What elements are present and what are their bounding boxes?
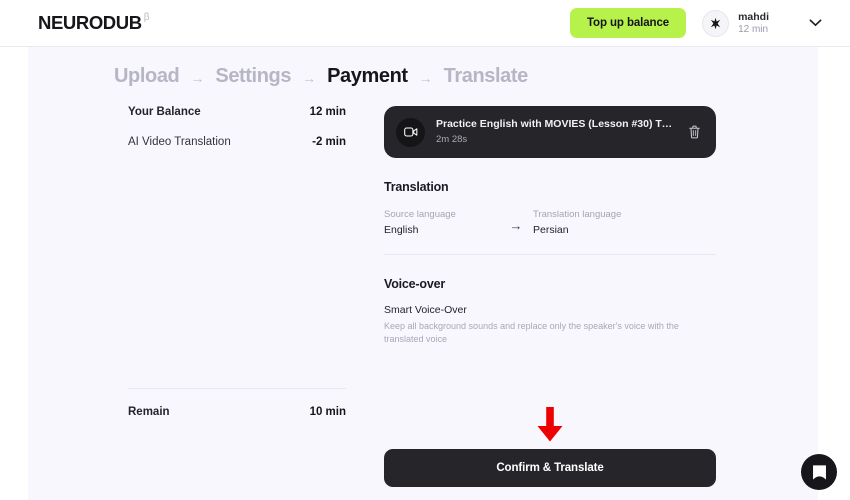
translation-cost-label: AI Video Translation [128, 136, 231, 148]
beta-badge: β [143, 12, 150, 23]
order-details: Practice English with MOVIES (Lesson #30… [384, 106, 716, 488]
breadcrumb-step-translate[interactable]: Translate [444, 65, 529, 88]
video-card[interactable]: Practice English with MOVIES (Lesson #30… [384, 106, 716, 158]
breadcrumb-step-upload[interactable]: Upload [114, 65, 180, 88]
your-balance-label: Your Balance [128, 106, 201, 118]
translation-cost-value: -2 min [312, 136, 346, 148]
user-menu[interactable]: mahdi 12 min [702, 9, 769, 37]
translation-section-title: Translation [384, 180, 449, 194]
balance-summary: Your Balance 12 min AI Video Translation… [128, 106, 346, 486]
breadcrumb-separator: → [302, 69, 317, 86]
down-arrow-icon [537, 407, 563, 442]
user-name: mahdi [738, 10, 769, 23]
content-panel: Upload → Settings → Payment → Translate … [28, 47, 818, 500]
breadcrumb-separator: → [418, 69, 433, 86]
chevron-down-icon [809, 19, 822, 27]
trash-icon [689, 125, 700, 139]
chat-widget-button[interactable] [801, 454, 837, 490]
video-title: Practice English with MOVIES (Lesson #30… [436, 118, 674, 130]
confirm-translate-button[interactable]: Confirm & Translate [384, 449, 716, 488]
source-language-caption: Source language [384, 209, 456, 220]
voiceover-option-description: Keep all background sounds and replace o… [384, 321, 679, 344]
language-pair: Source language English → Translation la… [384, 208, 716, 236]
delete-video-button[interactable] [685, 122, 704, 142]
brand-logo[interactable]: NEURODUB β [38, 12, 149, 34]
user-meta: mahdi 12 min [738, 11, 769, 36]
star-icon [710, 17, 721, 29]
summary-divider [128, 388, 346, 389]
video-thumbnail [396, 117, 425, 147]
breadcrumb-step-settings[interactable]: Settings [215, 65, 291, 88]
voiceover-option-name: Smart Voice-Over [384, 304, 467, 317]
chat-bubble-icon [812, 464, 826, 480]
language-arrow-icon: → [509, 218, 523, 234]
header-actions: Top up balance mahdi 12 min [569, 8, 822, 38]
voiceover-section-title: Voice-over [384, 277, 445, 292]
remain-value: 10 min [309, 406, 346, 418]
breadcrumb: Upload → Settings → Payment → Translate [28, 47, 818, 88]
cost-row: AI Video Translation -2 min [128, 136, 346, 148]
source-language[interactable]: Source language English [384, 208, 499, 236]
target-language-value: Persian [533, 224, 569, 237]
video-duration: 2m 28s [436, 133, 468, 145]
app-header: NEURODUB β Top up balance mahdi 12 min [0, 0, 850, 47]
annotation-arrow [535, 407, 565, 448]
source-language-value: English [384, 224, 419, 237]
your-balance-value: 12 min [309, 106, 346, 118]
top-up-balance-button[interactable]: Top up balance [569, 8, 687, 38]
remain-label: Remain [128, 406, 170, 418]
target-language[interactable]: Translation language Persian [533, 208, 648, 236]
breadcrumb-step-payment[interactable]: Payment [327, 65, 408, 88]
video-camera-icon [403, 127, 417, 137]
target-language-caption: Translation language [533, 209, 622, 220]
user-minutes: 12 min [738, 23, 769, 35]
payment-columns: Your Balance 12 min AI Video Translation… [28, 88, 818, 488]
avatar [702, 9, 730, 37]
voiceover-section: Voice-over Smart Voice-Over Keep all bac… [384, 255, 716, 345]
translation-section: Translation Source language English → Tr… [384, 158, 716, 256]
cta-area: Confirm & Translate [384, 407, 716, 488]
brand-logo-text: NEURODUB [38, 12, 142, 33]
user-menu-toggle[interactable] [809, 19, 822, 27]
breadcrumb-separator: → [190, 69, 205, 86]
remain-row: Remain 10 min [128, 406, 346, 418]
video-info: Practice English with MOVIES (Lesson #30… [436, 118, 674, 146]
balance-row: Your Balance 12 min [128, 106, 346, 118]
